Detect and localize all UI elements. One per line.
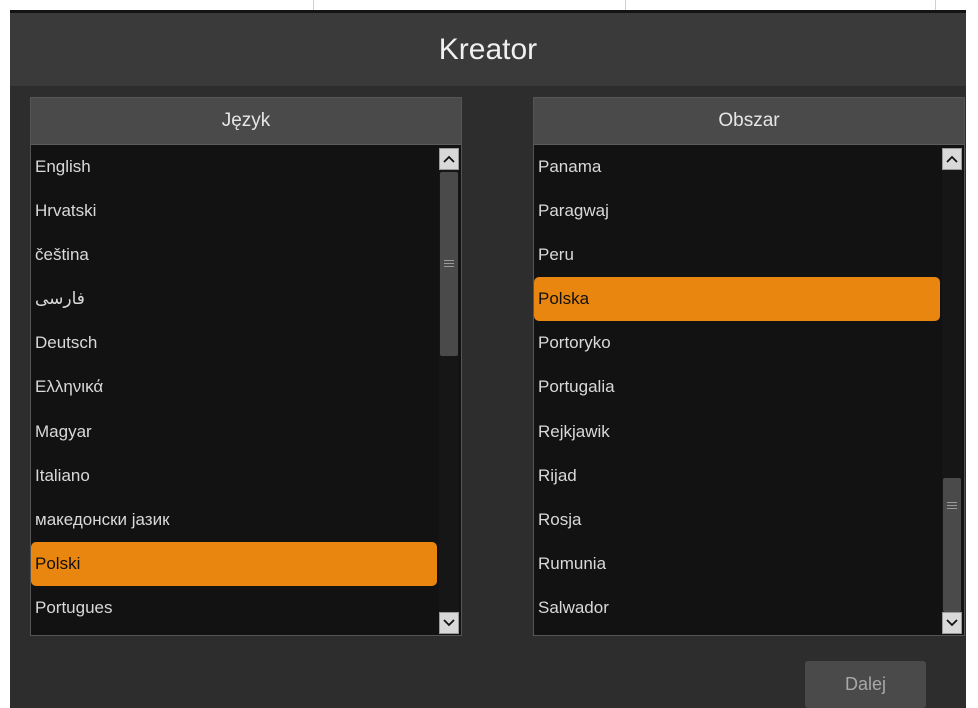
strip-divider	[935, 0, 936, 10]
app-window: Kreator Język English Hrvatski čeština فارس…	[0, 0, 978, 708]
dialog-title-bar: Kreator	[10, 10, 966, 86]
scroll-down-button[interactable]	[439, 612, 459, 634]
grip-icon	[444, 260, 454, 267]
scroll-thumb[interactable]	[943, 478, 961, 612]
scroll-up-button[interactable]	[942, 148, 962, 170]
strip-divider	[313, 0, 314, 10]
list-item[interactable]: Hrvatski	[31, 189, 437, 233]
region-panel-title: Obszar	[718, 110, 780, 131]
grip-icon	[947, 502, 957, 509]
language-panel-title: Język	[221, 110, 271, 131]
list-item[interactable]: Rijad	[534, 454, 940, 498]
wizard-dialog: Kreator Język English Hrvatski čeština فارس…	[10, 10, 966, 708]
language-panel: Język English Hrvatski čeština فارسی Deutsch…	[30, 97, 462, 636]
region-list[interactable]: Panama Paragwaj Peru Polska Portoryko Portuga…	[534, 145, 940, 635]
list-item[interactable]: Rumunia	[534, 542, 940, 586]
region-scrollbar[interactable]	[942, 148, 962, 634]
chevron-up-icon	[946, 152, 958, 166]
scroll-down-button[interactable]	[942, 612, 962, 634]
list-item[interactable]: Deutsch	[31, 321, 437, 365]
list-item[interactable]: فارسی	[31, 277, 437, 321]
list-item[interactable]: Polska	[534, 277, 940, 322]
list-item[interactable]: Ελληνικά	[31, 365, 437, 409]
list-item[interactable]: Italiano	[31, 454, 437, 498]
region-panel-header: Obszar	[534, 98, 964, 145]
dialog-title: Kreator	[438, 32, 538, 66]
list-item[interactable]: Rejkjawik	[534, 410, 940, 454]
chevron-down-icon	[946, 616, 958, 630]
list-item[interactable]: Portugalia	[534, 365, 940, 409]
list-item[interactable]: Portugues	[31, 586, 437, 630]
list-item[interactable]: македонски јазик	[31, 498, 437, 542]
list-item[interactable]: Paragwaj	[534, 189, 940, 233]
list-item[interactable]: Portoryko	[534, 321, 940, 365]
chevron-up-icon	[443, 152, 455, 166]
chevron-down-icon	[443, 616, 455, 630]
list-item[interactable]: čeština	[31, 233, 437, 277]
region-panel: Obszar Panama Paragwaj Peru Polska Portoryko…	[533, 97, 965, 636]
scroll-thumb[interactable]	[440, 172, 458, 356]
list-item[interactable]: Polski	[31, 541, 437, 586]
list-item[interactable]: Rosja	[534, 498, 940, 542]
language-panel-header: Język	[31, 98, 461, 145]
strip-divider	[625, 0, 626, 10]
list-item[interactable]: Magyar	[31, 410, 437, 454]
list-item[interactable]: English	[31, 145, 437, 189]
language-list[interactable]: English Hrvatski čeština فارسی Deutsch Ελληνι…	[31, 145, 437, 635]
top-strip	[0, 0, 978, 10]
next-button[interactable]: Dalej	[805, 661, 926, 708]
list-item[interactable]: Panama	[534, 145, 940, 189]
list-item[interactable]: Salwador	[534, 586, 940, 630]
scroll-track[interactable]	[439, 170, 459, 612]
scroll-track[interactable]	[942, 170, 962, 612]
language-scrollbar[interactable]	[439, 148, 459, 634]
list-item[interactable]: Peru	[534, 233, 940, 277]
next-button-label: Dalej	[844, 674, 887, 694]
scroll-up-button[interactable]	[439, 148, 459, 170]
